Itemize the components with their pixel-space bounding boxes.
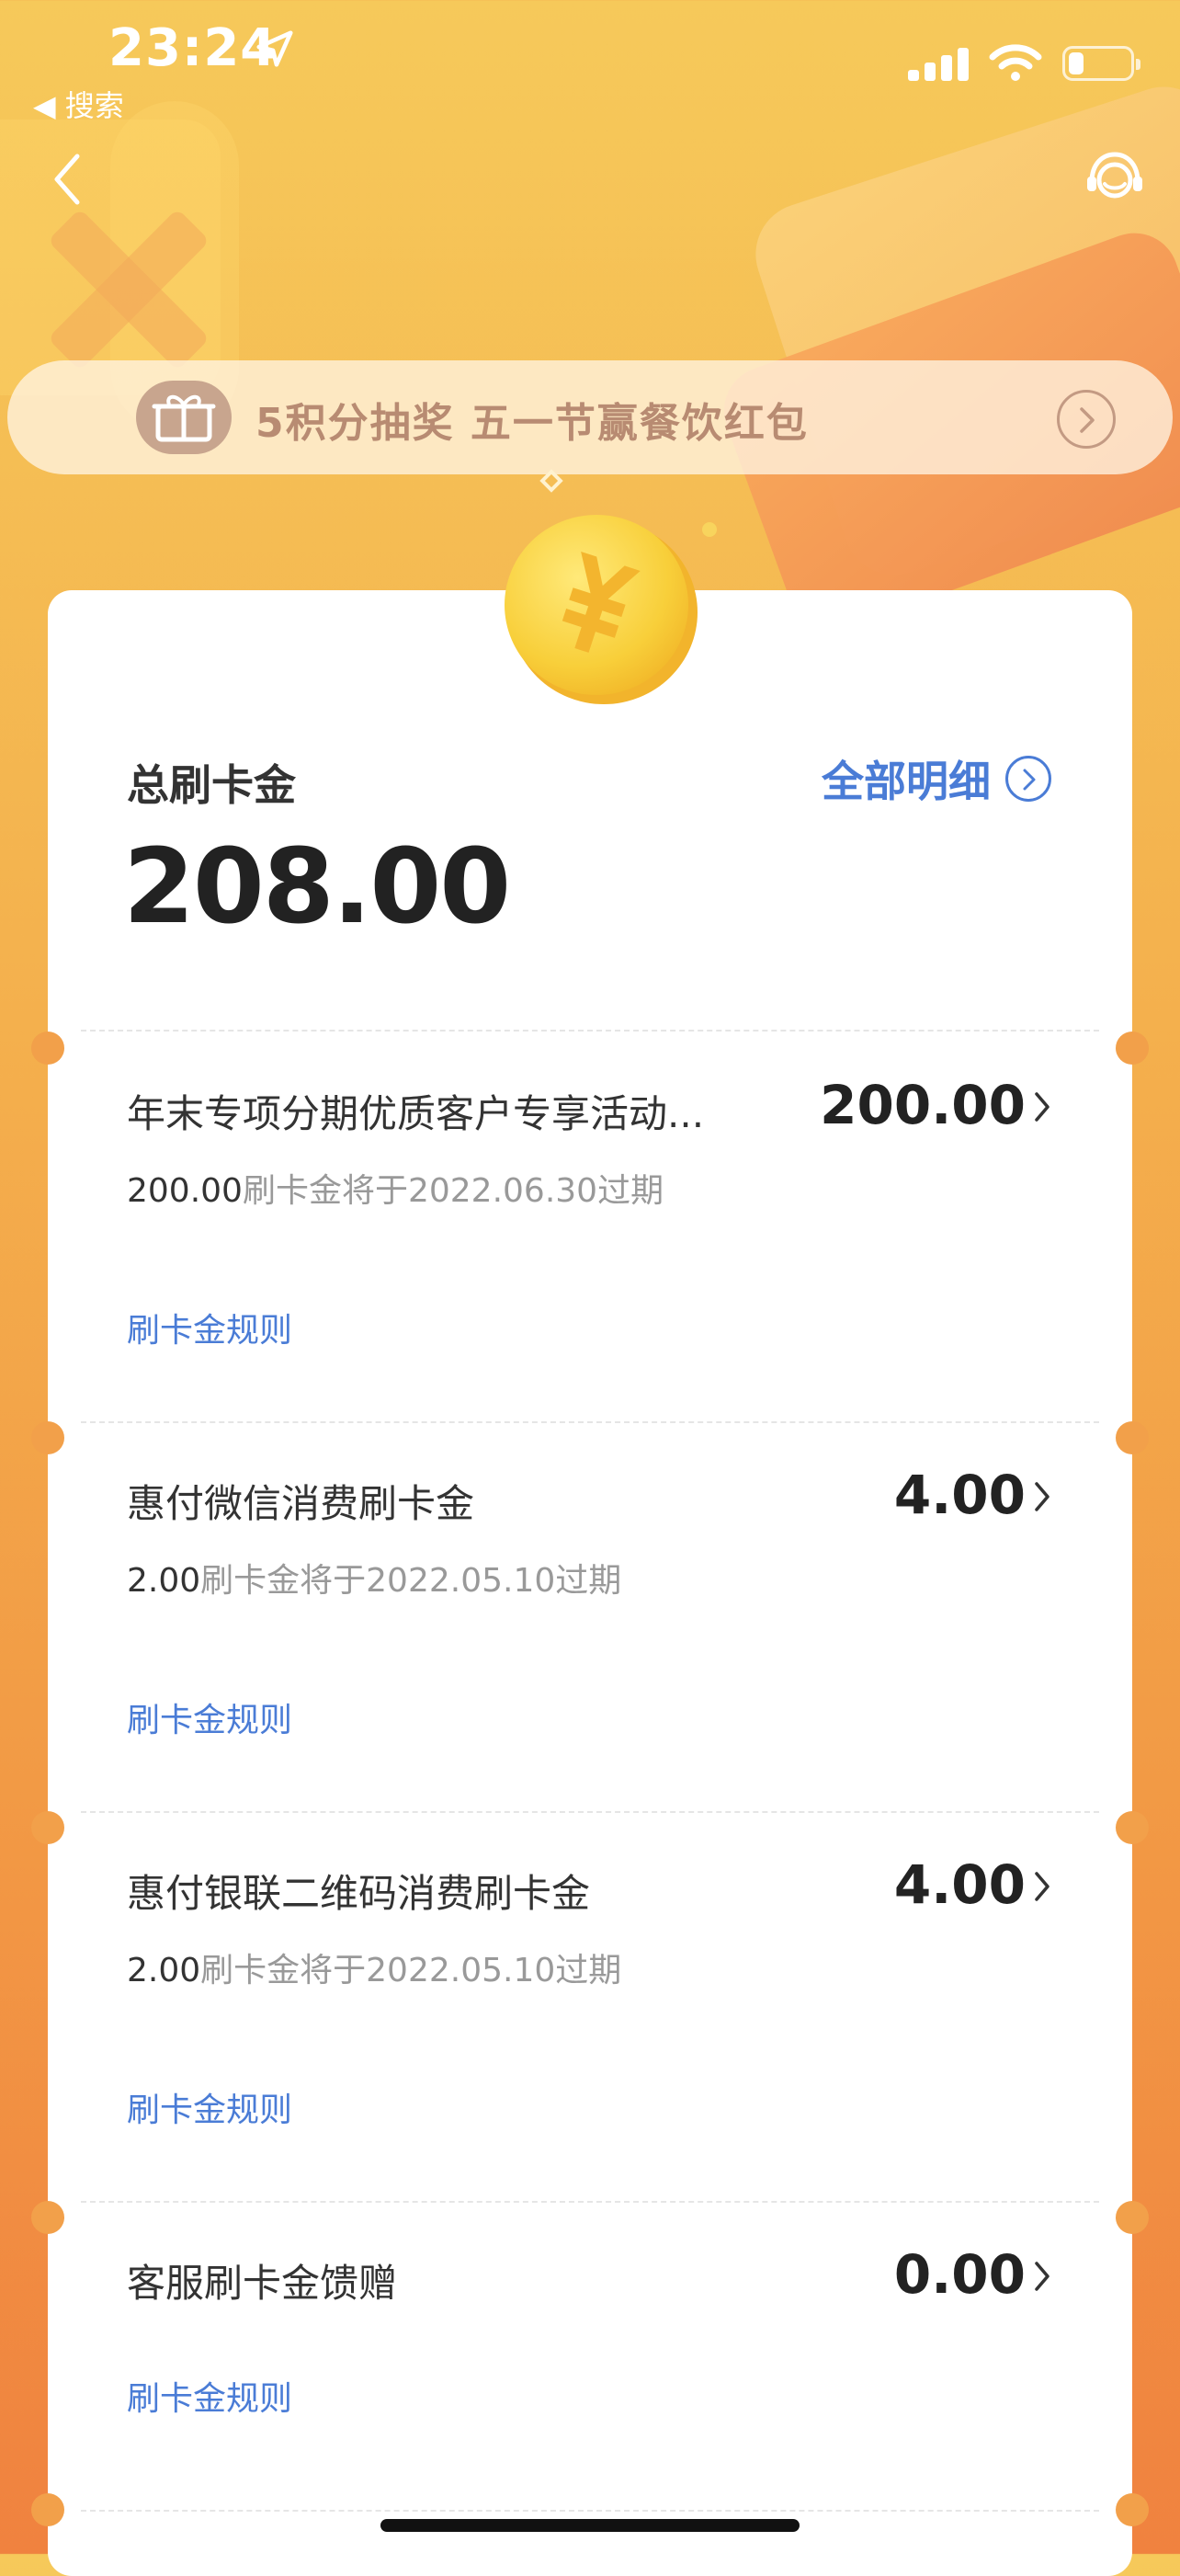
battery-level — [1069, 52, 1084, 74]
chevron-right-circle-icon — [1005, 756, 1051, 802]
chevron-right-icon — [1035, 1482, 1050, 1511]
customer-service-icon[interactable] — [1083, 147, 1147, 211]
rule-link[interactable]: 刷卡金规则 — [127, 1304, 292, 1351]
item-title: 年末专项分期优质客户专享活动... — [127, 1091, 705, 1136]
promo-banner[interactable]: 5积分抽奖 五一节赢餐饮红包 — [7, 360, 1173, 474]
item-amount: 200.00 — [820, 1074, 1026, 1136]
expiry-amount: 200.00 — [127, 1172, 243, 1210]
all-details-label: 全部明细 — [822, 757, 991, 806]
item-expiry: 2.00刷卡金将于2022.05.10过期 — [127, 1554, 621, 1601]
status-icons — [908, 44, 1140, 83]
chevron-left-icon[interactable] — [46, 147, 92, 211]
total-amount: 208.00 — [123, 827, 511, 947]
home-indicator[interactable] — [380, 2519, 800, 2532]
reward-item[interactable]: 惠付微信消费刷卡金 4.00 2.00刷卡金将于2022.05.10过期 刷卡金… — [48, 1421, 1132, 1811]
item-title: 惠付银联二维码消费刷卡金 — [127, 1871, 591, 1916]
all-details-link[interactable]: 全部明细 — [822, 748, 1051, 809]
item-expiry: 200.00刷卡金将于2022.06.30过期 — [127, 1164, 664, 1212]
item-amount: 4.00 — [893, 1853, 1026, 1916]
rule-link[interactable]: 刷卡金规则 — [127, 2083, 292, 2131]
rule-link[interactable]: 刷卡金规则 — [127, 2372, 292, 2420]
decorative-ribbon — [47, 208, 210, 371]
expiry-text: 刷卡金将于2022.05.10过期 — [200, 1952, 622, 1989]
reward-item[interactable]: 惠付银联二维码消费刷卡金 4.00 2.00刷卡金将于2022.05.10过期 … — [48, 1811, 1132, 2201]
item-title: 客服刷卡金馈赠 — [127, 2261, 398, 2306]
card-notch — [1116, 2493, 1149, 2526]
item-amount: 0.00 — [893, 2243, 1026, 2306]
back-to-app[interactable]: ◀ 搜索 — [33, 83, 124, 125]
item-amount: 4.00 — [893, 1464, 1026, 1526]
rule-link[interactable]: 刷卡金规则 — [127, 1693, 292, 1741]
yuan-coin-icon — [505, 515, 698, 704]
wifi-icon — [989, 44, 1042, 81]
chevron-right-circle-icon[interactable] — [1057, 390, 1116, 449]
decorative-gift-shape — [0, 120, 221, 395]
expiry-text: 刷卡金将于2022.06.30过期 — [242, 1172, 664, 1210]
decorative-ribbon — [47, 208, 210, 371]
divider — [81, 2510, 1099, 2512]
chevron-right-icon — [1035, 1092, 1050, 1122]
card-notch — [31, 2493, 64, 2526]
item-title: 惠付微信消费刷卡金 — [127, 1481, 475, 1526]
expiry-amount: 2.00 — [127, 1562, 201, 1600]
cellular-signal-icon — [908, 46, 969, 81]
battery-icon — [1062, 46, 1140, 81]
expiry-amount: 2.00 — [127, 1952, 201, 1989]
promo-text: 5积分抽奖 五一节赢餐饮红包 — [255, 400, 809, 447]
total-label: 总刷卡金 — [127, 760, 296, 810]
chevron-right-icon — [1035, 2262, 1050, 2291]
item-expiry: 2.00刷卡金将于2022.05.10过期 — [127, 1943, 621, 1991]
decorative-dot — [702, 522, 717, 537]
gift-icon — [136, 381, 232, 454]
location-arrow-icon — [256, 30, 293, 67]
expiry-text: 刷卡金将于2022.05.10过期 — [200, 1562, 622, 1600]
reward-item[interactable]: 年末专项分期优质客户专享活动... 200.00 200.00刷卡金将于2022… — [48, 1032, 1132, 1421]
chevron-right-icon — [1035, 1872, 1050, 1901]
status-time: 23:24 — [108, 18, 278, 78]
reward-item[interactable]: 客服刷卡金馈赠 0.00 刷卡金规则 — [48, 2201, 1132, 2493]
